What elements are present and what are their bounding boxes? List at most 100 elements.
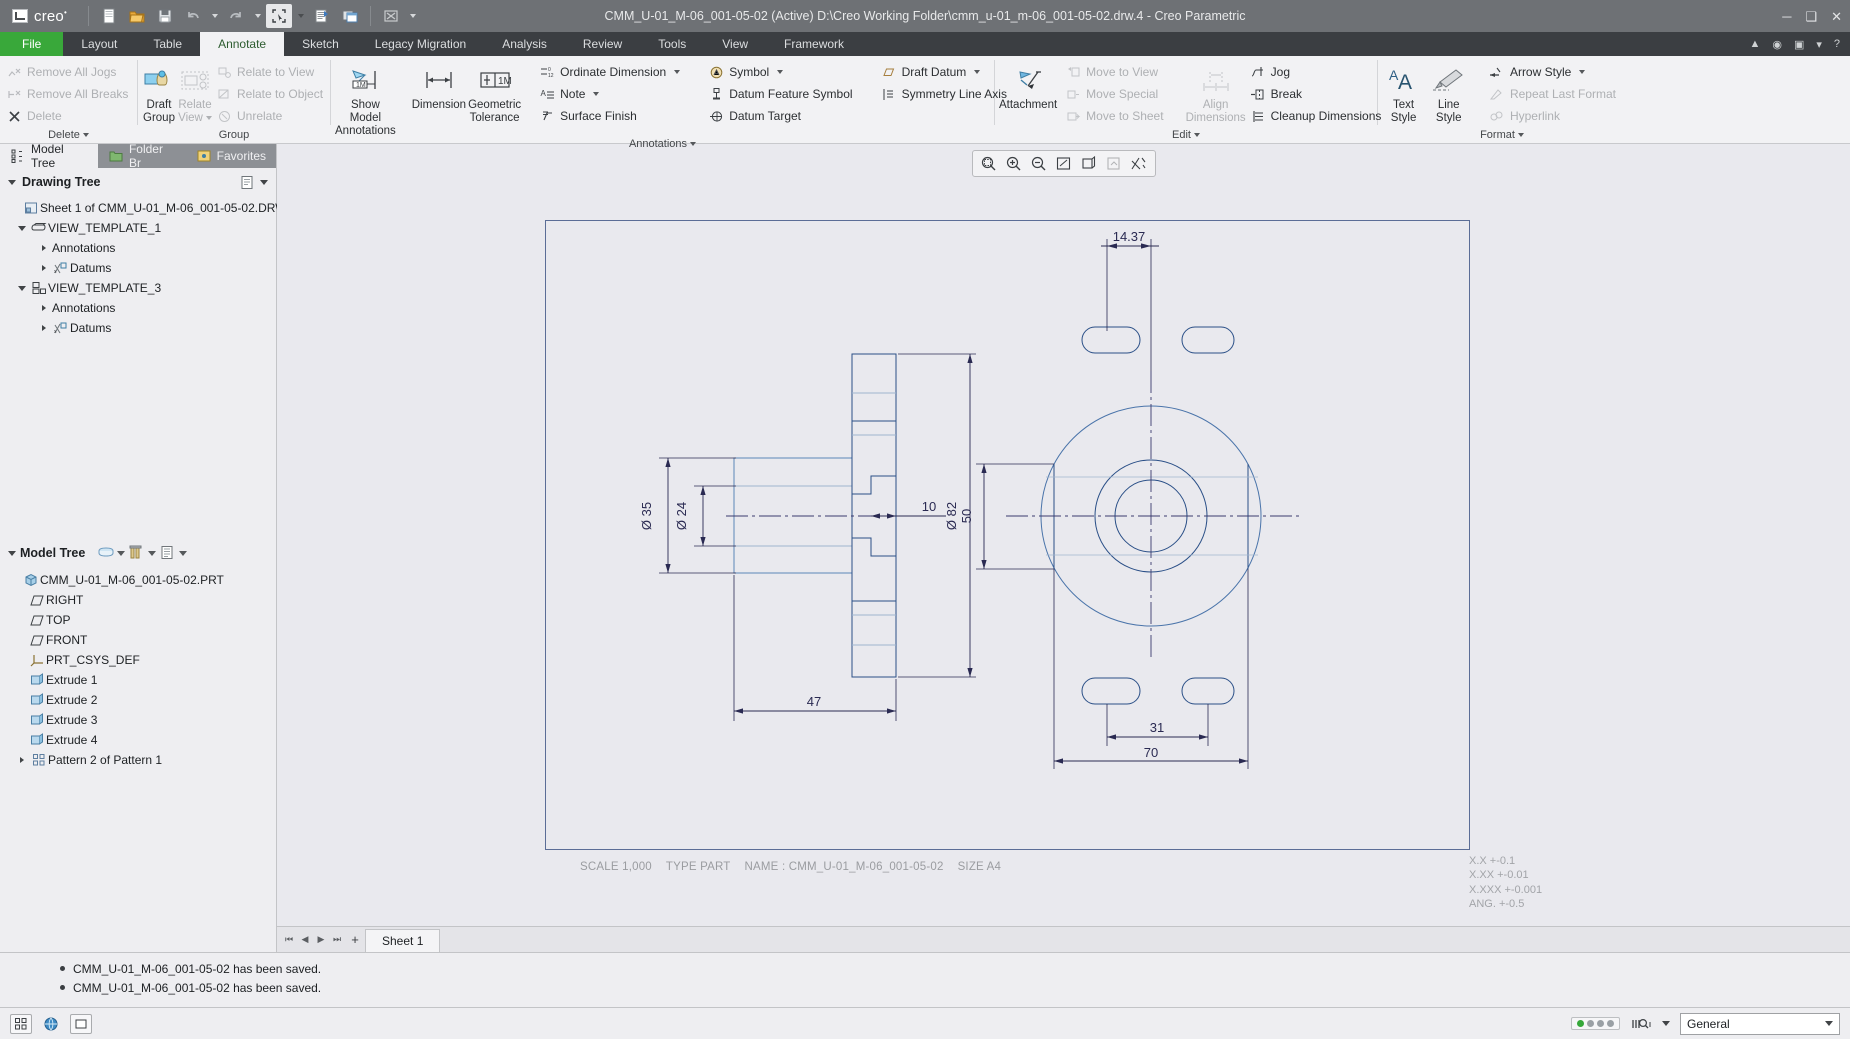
dimension-70-text[interactable]: 70 <box>1144 745 1158 760</box>
model-tree-row-pattern[interactable]: Pattern 2 of Pattern 1 <box>0 750 276 770</box>
window-toggle-icon[interactable] <box>70 1013 92 1034</box>
dimension-button[interactable]: Dimension <box>412 61 466 112</box>
open-file-icon[interactable] <box>124 4 150 28</box>
new-file-icon[interactable] <box>96 4 122 28</box>
nav-tab-model-tree[interactable]: Model Tree <box>0 142 98 170</box>
symmetry-line-axis-button[interactable]: Symmetry Line Axis <box>879 83 1013 105</box>
draft-group-button[interactable]: Draft Group <box>142 61 176 125</box>
datum-target-button[interactable]: Datum Target <box>706 105 858 127</box>
drawing-tree-row-datums-1[interactable]: x Datums <box>0 258 276 278</box>
regenerate-icon[interactable] <box>309 4 335 28</box>
draft-datum-button[interactable]: Draft Datum <box>879 61 1013 83</box>
repeat-last-format-button[interactable]: Repeat Last Format <box>1487 83 1622 105</box>
dimension-47-text[interactable]: 47 <box>807 694 821 709</box>
line-style-button[interactable]: Line Style <box>1427 61 1470 125</box>
model-tree-row-extrude-4[interactable]: Extrude 4 <box>0 730 276 750</box>
drawing-sheet[interactable]: Ø 35 Ø 24 10 Ø 82 47 14.37 50 31 70 SCAL… <box>545 220 1542 910</box>
expander-right-icon[interactable] <box>36 305 52 311</box>
redo-icon[interactable] <box>223 4 249 28</box>
ribbon-group-delete-title[interactable]: Delete <box>4 127 133 143</box>
hyperlink-button[interactable]: Hyperlink <box>1487 105 1622 127</box>
drawing-tree-row-sheet[interactable]: Sheet 1 of CMM_U-01_M-06_001-05-02.DRW <box>0 198 287 218</box>
model-tree-row-front[interactable]: FRONT <box>0 630 276 650</box>
select-items-dropdown-icon[interactable] <box>294 4 307 28</box>
ordinate-dimension-button[interactable]: 0 12 Ordinate Dimension <box>537 61 686 83</box>
undo-icon[interactable] <box>180 4 206 28</box>
model-tree-row-extrude-3[interactable]: Extrude 3 <box>0 710 276 730</box>
tab-analysis[interactable]: Analysis <box>484 32 565 56</box>
search-selection-dropdown-icon[interactable] <box>1662 1021 1670 1026</box>
relate-to-view-button[interactable]: Relate to View <box>214 61 329 83</box>
drawing-tree-row-annotations-1[interactable]: Annotations <box>0 238 276 258</box>
datum-display-icon[interactable] <box>1127 153 1151 174</box>
tab-review[interactable]: Review <box>565 32 640 56</box>
tab-legacy-migration[interactable]: Legacy Migration <box>357 32 484 56</box>
expander-right-icon[interactable] <box>14 757 30 763</box>
zoom-in-icon[interactable] <box>1002 153 1026 174</box>
geometric-tolerance-button[interactable]: 1M Geometric Tolerance <box>468 61 521 125</box>
tree-columns-icon[interactable] <box>159 545 188 561</box>
attachment-button[interactable]: Attachment <box>999 61 1057 112</box>
surface-finish-button[interactable]: Surface Finish <box>537 105 686 127</box>
close-window-icon[interactable] <box>378 4 404 28</box>
move-to-view-button[interactable]: Move to View <box>1063 61 1169 83</box>
align-dimensions-button[interactable]: Align Dimensions <box>1186 61 1246 125</box>
search-selection-icon[interactable] <box>1630 1014 1652 1034</box>
tab-annotate[interactable]: Annotate <box>200 32 285 56</box>
drawing-canvas[interactable]: Ø 35 Ø 24 10 Ø 82 47 14.37 50 31 70 SCAL… <box>277 144 1850 926</box>
help-icon[interactable]: ? <box>1834 38 1840 50</box>
status-lights-icon[interactable] <box>1571 1017 1620 1030</box>
sheet-prev-button[interactable]: ◀ <box>297 927 313 952</box>
collapse-ribbon-icon[interactable]: ▲ <box>1749 38 1760 50</box>
drawing-tree-row-view-template-1[interactable]: VIEW_TEMPLATE_1 <box>0 218 276 238</box>
relate-view-button[interactable]: Relate View <box>178 61 212 125</box>
model-tree-row-right[interactable]: RIGHT <box>0 590 276 610</box>
select-items-icon[interactable] <box>266 4 292 28</box>
ribbon-dropdown-icon[interactable]: ▾ <box>1816 38 1822 51</box>
model-tree-row-part[interactable]: CMM_U-01_M-06_001-05-02.PRT <box>0 570 276 590</box>
maximize-button[interactable]: ❑ <box>1805 10 1817 23</box>
dimension-10-text[interactable]: 10 <box>922 499 936 514</box>
zoom-box-icon[interactable] <box>977 153 1001 174</box>
model-tree-row-csys[interactable]: PRT_CSYS_DEF <box>0 650 276 670</box>
grid-toggle-icon[interactable] <box>10 1013 32 1034</box>
ribbon-settings-icon[interactable]: ◉ <box>1772 38 1782 51</box>
drawing-tree-header[interactable]: Drawing Tree <box>0 168 276 196</box>
break-button[interactable]: Break <box>1248 83 1388 105</box>
redo-dropdown-icon[interactable] <box>251 4 264 28</box>
display-style-icon[interactable] <box>1077 153 1101 174</box>
expander-down-icon[interactable] <box>14 285 30 291</box>
ribbon-group-edit-title[interactable]: Edit <box>999 127 1373 143</box>
tab-sketch[interactable]: Sketch <box>284 32 357 56</box>
move-special-button[interactable]: Move Special <box>1063 83 1169 105</box>
drawing-tree-collapse-icon[interactable] <box>8 179 16 185</box>
drawing-tree-row-view-template-3[interactable]: VIEW_TEMPLATE_3 <box>0 278 276 298</box>
dimension-dia82-text[interactable]: Ø 82 <box>944 502 959 530</box>
relate-to-object-button[interactable]: Relate to Object <box>214 83 329 105</box>
drawing-tree-menu-icon[interactable] <box>260 179 268 185</box>
dimension-dia24-text[interactable]: Ø 24 <box>674 502 689 530</box>
drawing-tree-settings-icon[interactable] <box>239 174 255 190</box>
tab-tools[interactable]: Tools <box>640 32 704 56</box>
globe-icon[interactable] <box>40 1014 62 1034</box>
text-style-button[interactable]: AA Text Style <box>1382 61 1425 125</box>
tab-layout[interactable]: Layout <box>63 32 135 56</box>
symbol-button[interactable]: Symbol <box>706 61 858 83</box>
dimension-50-text[interactable]: 50 <box>959 509 974 523</box>
refit-icon[interactable] <box>1052 153 1076 174</box>
close-button[interactable]: ✕ <box>1831 10 1842 23</box>
filter-settings-icon[interactable] <box>97 545 126 561</box>
dimension-1437-text[interactable]: 14.37 <box>1113 229 1146 244</box>
cleanup-dimensions-button[interactable]: Cleanup Dimensions <box>1248 105 1388 127</box>
tree-tools-icon[interactable] <box>128 545 157 561</box>
show-model-annotations-button[interactable]: 1M Show Model Annotations <box>335 61 396 138</box>
model-tree-header[interactable]: Model Tree <box>0 538 276 568</box>
window-switch-icon[interactable] <box>337 4 363 28</box>
tab-framework[interactable]: Framework <box>766 32 862 56</box>
sheet-tab-1[interactable]: Sheet 1 <box>365 929 441 952</box>
zoom-out-icon[interactable] <box>1027 153 1051 174</box>
arrow-style-button[interactable]: Arrow Style <box>1487 61 1622 83</box>
drawing-tree-row-datums-2[interactable]: x Datums <box>0 318 276 338</box>
save-icon[interactable] <box>152 4 178 28</box>
remove-all-jogs-button[interactable]: Remove All Jogs <box>4 61 134 83</box>
